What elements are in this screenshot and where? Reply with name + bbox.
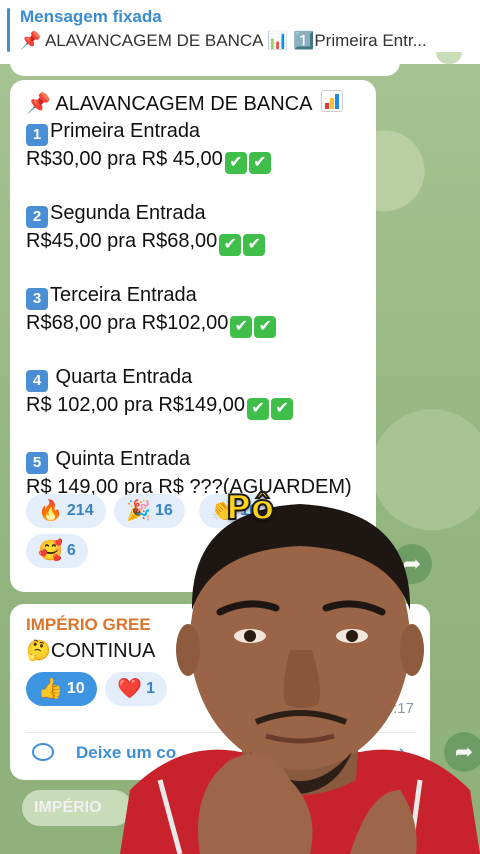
check-mark-icon: ✔ bbox=[243, 234, 266, 256]
entry-value-text: R$68,00 pra R$102,00 bbox=[26, 312, 229, 334]
bar-chart-icon bbox=[320, 90, 343, 112]
number-keycap-icon: 3 bbox=[26, 288, 48, 310]
number-keycap-icon: 4 bbox=[26, 370, 48, 392]
entry-title: 5 Quinta Entrada bbox=[26, 446, 360, 474]
entry-value: R$68,00 pra R$102,00 ✔ ✔ bbox=[26, 310, 360, 338]
entries-list: 1 Primeira Entrada R$30,00 pra R$ 45,00 ✔ ✔ 2… bbox=[26, 118, 360, 500]
entry-value-text: R$ 102,00 pra R$149,00 bbox=[26, 394, 246, 416]
entry-value: R$ 102,00 pra R$149,00 ✔ ✔ bbox=[26, 392, 360, 420]
reaction-thumbs-up[interactable]: 👍 10 bbox=[26, 672, 97, 706]
pinned-preview-text: 📌 ALAVANCAGEM DE BANCA 📊 1️⃣Primeira Ent… bbox=[20, 31, 427, 50]
reaction-love[interactable]: 🥰 6 bbox=[26, 534, 88, 568]
entry-block: 1 Primeira Entrada R$30,00 pra R$ 45,00 ✔ ✔ bbox=[26, 118, 360, 174]
entry-title-text: Primeira Entrada bbox=[50, 120, 201, 142]
post-heading-text: 📌 ALAVANCAGEM DE BANCA bbox=[26, 93, 312, 115]
check-mark-icon: ✔ bbox=[248, 152, 271, 174]
entry-title-text: Terceira Entrada bbox=[50, 284, 197, 306]
video-caption: Pô bbox=[225, 487, 275, 529]
entry-value: R$30,00 pra R$ 45,00 ✔ ✔ bbox=[26, 146, 360, 174]
entry-title-text: Quinta Entrada bbox=[50, 448, 191, 470]
reaction-count: 6 bbox=[66, 542, 76, 559]
comment-bubble-icon bbox=[32, 743, 54, 761]
presenter-video-overlay bbox=[120, 504, 480, 854]
entry-block: 4 Quarta Entrada R$ 102,00 pra R$149,00 ✔ ✔ bbox=[26, 364, 360, 420]
smiling-hearts-icon: 🥰 bbox=[38, 540, 63, 562]
check-mark-icon: ✔ bbox=[230, 316, 253, 338]
thumbs-up-icon: 👍 bbox=[38, 678, 63, 700]
reaction-count: 214 bbox=[66, 502, 94, 519]
entry-title-text: Quarta Entrada bbox=[50, 366, 193, 388]
next-sender-chip: IMPÉRIO bbox=[22, 790, 132, 826]
entry-title: 4 Quarta Entrada bbox=[26, 364, 360, 392]
number-keycap-icon: 2 bbox=[26, 206, 48, 228]
entry-title: 1 Primeira Entrada bbox=[26, 118, 360, 146]
reaction-count: 10 bbox=[66, 680, 85, 697]
pinned-accent-bar bbox=[7, 8, 10, 52]
post-heading: 📌 ALAVANCAGEM DE BANCA bbox=[26, 90, 360, 118]
number-keycap-icon: 1 bbox=[26, 124, 48, 146]
reaction-fire[interactable]: 🔥 214 bbox=[26, 494, 106, 528]
check-mark-icon: ✔ bbox=[219, 234, 242, 256]
check-mark-icon: ✔ bbox=[271, 398, 294, 420]
entry-value-text: R$45,00 pra R$68,00 bbox=[26, 230, 218, 252]
check-mark-icon: ✔ bbox=[247, 398, 270, 420]
entry-value: R$45,00 pra R$68,00 ✔ ✔ bbox=[26, 228, 360, 256]
fire-icon: 🔥 bbox=[38, 500, 63, 522]
entry-value-text: R$30,00 pra R$ 45,00 bbox=[26, 148, 223, 170]
check-mark-icon: ✔ bbox=[254, 316, 277, 338]
pinned-title: Mensagem fixada bbox=[20, 7, 162, 26]
number-keycap-icon: 5 bbox=[26, 452, 48, 474]
check-mark-icon: ✔ bbox=[224, 152, 247, 174]
entry-block: 3 Terceira Entrada R$68,00 pra R$102,00 ✔ ✔ bbox=[26, 282, 360, 338]
entry-block: 2 Segunda Entrada R$45,00 pra R$68,00 ✔ ✔ bbox=[26, 200, 360, 256]
entry-title: 2 Segunda Entrada bbox=[26, 200, 360, 228]
entry-title: 3 Terceira Entrada bbox=[26, 282, 360, 310]
pinned-message-header[interactable]: Mensagem fixada 📌 ALAVANCAGEM DE BANCA 📊… bbox=[0, 0, 480, 64]
entry-title-text: Segunda Entrada bbox=[50, 202, 206, 224]
